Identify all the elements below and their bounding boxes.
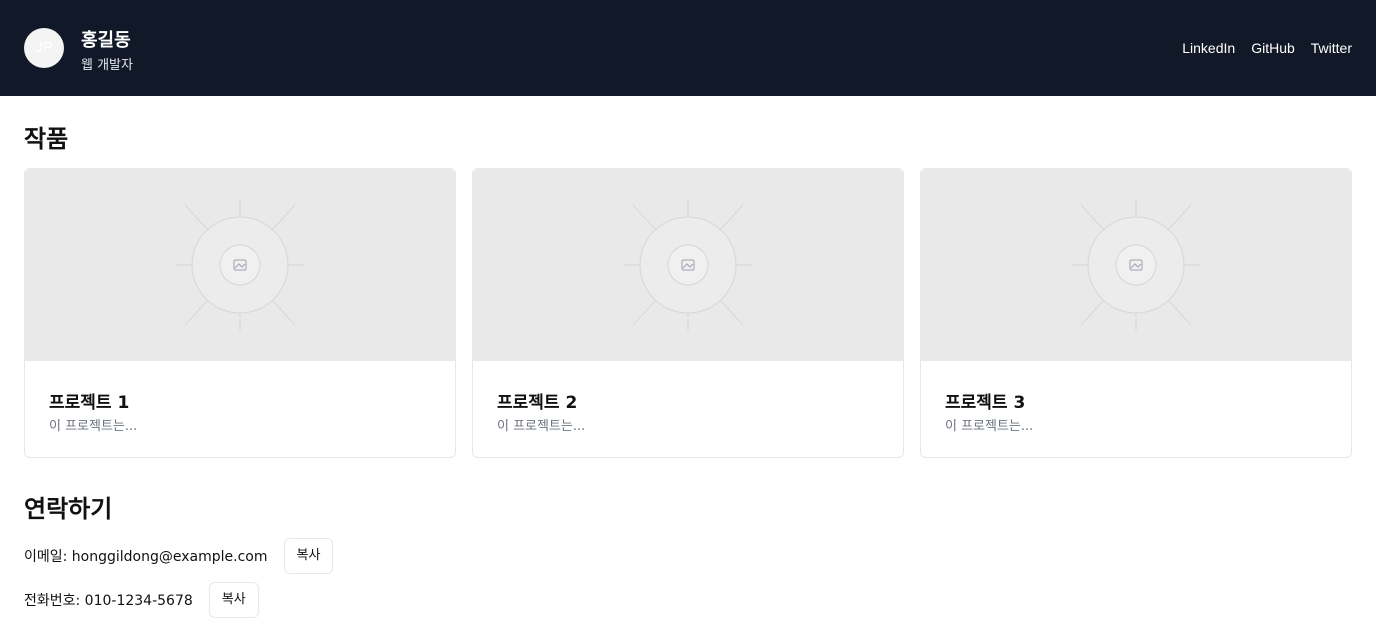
nav-link-github[interactable]: GitHub (1251, 39, 1295, 57)
project-title: 프로젝트 1 (49, 393, 130, 413)
project-thumbnail (473, 169, 903, 361)
image-placeholder-icon (175, 199, 305, 331)
avatar: JP (24, 28, 64, 68)
site-header: JP 홍길동 웹 개발자 LinkedIn GitHub Twitter (0, 0, 1376, 96)
email-text: 이메일: honggildong@example.com (24, 549, 268, 565)
nav-link-linkedin[interactable]: LinkedIn (1182, 39, 1235, 57)
contact-section-title: 연락하기 (24, 495, 113, 523)
email-row: 이메일: honggildong@example.com 복사 (24, 538, 334, 574)
project-card[interactable]: 프로젝트 1 이 프로젝트는... (24, 168, 456, 458)
copy-email-button[interactable]: 복사 (283, 538, 334, 574)
project-title: 프로젝트 2 (497, 393, 578, 413)
project-card[interactable]: 프로젝트 2 이 프로젝트는... (472, 168, 904, 458)
project-description: 이 프로젝트는... (49, 419, 138, 434)
image-placeholder-icon (623, 199, 753, 331)
image-placeholder-icon (1071, 199, 1201, 331)
project-thumbnail (25, 169, 455, 361)
project-description: 이 프로젝트는... (497, 419, 586, 434)
phone-text: 전화번호: 010-1234-5678 (24, 593, 193, 609)
phone-row: 전화번호: 010-1234-5678 복사 (24, 582, 259, 618)
works-section-title: 작품 (24, 125, 69, 153)
copy-phone-button[interactable]: 복사 (208, 582, 259, 618)
project-card[interactable]: 프로젝트 3 이 프로젝트는... (920, 168, 1352, 458)
project-title: 프로젝트 3 (945, 393, 1026, 413)
profile-name: 홍길동 (81, 30, 131, 51)
project-description: 이 프로젝트는... (945, 419, 1034, 434)
nav-link-twitter[interactable]: Twitter (1311, 39, 1352, 57)
social-nav: LinkedIn GitHub Twitter (1182, 39, 1352, 57)
profile-role: 웹 개발자 (81, 58, 133, 73)
project-thumbnail (921, 169, 1351, 361)
